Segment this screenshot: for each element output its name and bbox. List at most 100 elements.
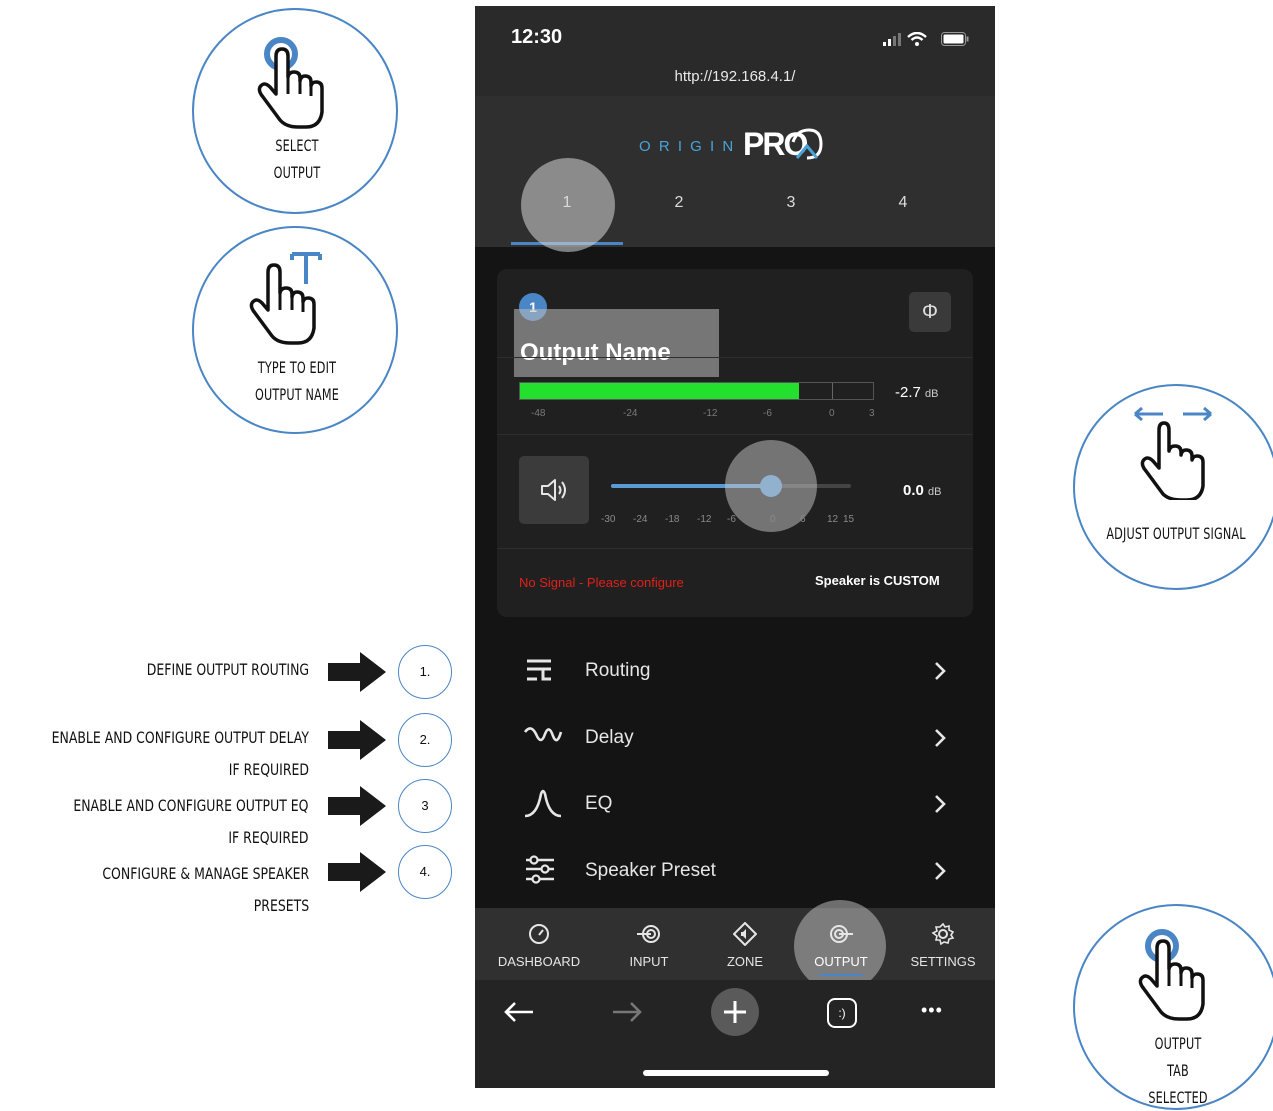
new-tab-button[interactable] [711,988,759,1036]
more-menu-button[interactable]: ••• [921,1000,943,1021]
annotation-speaker: CONFIGURE & MANAGE SPEAKER PRESETS [102,858,309,922]
callout-type-to-edit: TYPE TO EDIT OUTPUT NAME [192,226,398,434]
nav-label: ZONE [726,954,764,969]
menu-item-label: Delay [585,727,634,748]
volume-scale-label: -24 [633,514,648,525]
delay-icon [523,727,563,742]
annotation-eq-line1: ENABLE AND CONFIGURE OUTPUT EQ [73,796,309,815]
level-meter-fill [520,383,799,399]
nav-zone[interactable]: ZONE [695,908,795,980]
annotation-eq: ENABLE AND CONFIGURE OUTPUT EQ IF REQUIR… [74,790,309,854]
nav-label: SETTINGS [910,954,976,969]
tab-output-3[interactable]: 3 [735,194,847,212]
speaker-status: Speaker is CUSTOM [815,573,940,588]
type-hand-icon [249,252,322,345]
step-number-4: 4. [398,845,452,899]
nav-selected-indicator [819,974,863,976]
bottom-nav: DASHBOARD INPUT ZONE OUTPUT SETTINGS [475,900,995,992]
address-url[interactable]: http://192.168.4.1/ [475,68,995,85]
annotation-routing: DEFINE OUTPUT ROUTING [147,654,309,686]
forward-arrow-icon[interactable] [611,1000,643,1024]
nav-label: OUTPUT [814,954,868,969]
phase-icon: Φ [922,301,938,323]
browser-toolbar: :) ••• [475,980,995,1088]
signal-icon [883,33,901,46]
step-number-3: 3 [398,779,452,833]
nav-dashboard[interactable]: DASHBOARD [489,908,589,980]
annotation-delay-line2: IF REQUIRED [228,760,309,779]
status-bar: 12:30 http://192.168.4.1/ [475,6,995,96]
nav-settings[interactable]: SETTINGS [893,908,993,980]
eq-icon [524,789,562,818]
nav-label: INPUT [629,954,669,969]
tap-hand-icon [1138,929,1205,1021]
step-number-2: 2. [398,713,452,767]
volume-scale-label: -18 [665,514,680,525]
home-indicator [643,1070,829,1076]
menu-item-speaker-preset[interactable]: Speaker Preset [475,841,995,907]
card-divider [497,548,973,549]
tap-hand-icon [257,37,324,129]
meter-scale-label: 3 [869,408,875,419]
callout-adjust-signal-text: ADJUST OUTPUT SIGNAL [1106,524,1246,543]
swipe-hand-icon [1134,406,1212,500]
menu-item-label: Speaker Preset [585,860,716,881]
annotation-speaker-line2: PRESETS [253,896,309,915]
battery-icon [941,32,969,46]
chevron-right-icon [935,862,946,880]
level-value: -2.7 [895,384,921,401]
volume-scale-label: 15 [843,514,855,525]
chevron-right-icon [935,729,946,747]
nav-input[interactable]: INPUT [599,908,699,980]
chevron-right-icon [935,795,946,813]
tabs-button[interactable]: :) [827,998,857,1028]
wifi-icon [907,32,927,46]
annotation-eq-line2: IF REQUIRED [228,828,309,847]
menu-item-delay[interactable]: Delay [475,708,995,774]
zone-icon [733,922,757,946]
settings-icon [931,922,955,946]
volume-scale-label: -30 [601,514,616,525]
logo-mountain-icon [791,128,823,160]
meter-scale-label: -12 [703,408,718,419]
arrow-right-icon [328,652,386,692]
output-name-text: Output Name [520,339,671,366]
back-arrow-icon[interactable] [503,1000,535,1024]
plus-icon [724,1001,746,1023]
output-name-field[interactable]: Output Name [514,309,719,377]
volume-unit: dB [928,486,942,498]
tab-output-4[interactable]: 4 [847,194,959,212]
mute-button[interactable] [519,456,589,524]
volume-value: 0.0 [903,482,924,499]
meter-tick [832,383,833,399]
output-icon [830,925,853,943]
chevron-right-icon [935,662,946,680]
tap-highlight [794,900,886,992]
meter-scale-label: -48 [531,408,546,419]
annotation-delay-line1: ENABLE AND CONFIGURE OUTPUT DELAY [51,728,309,747]
level-meter [519,382,874,400]
meter-scale-label: -6 [763,408,772,419]
menu-item-eq[interactable]: EQ [475,774,995,840]
volume-scale-label: -12 [697,514,712,525]
input-icon [637,925,660,943]
menu-item-label: Routing [585,660,651,681]
tab-output-2[interactable]: 2 [623,194,735,212]
volume-readout: 0.0 dB [903,482,942,499]
card-divider [497,434,973,435]
nav-output[interactable]: OUTPUT [791,900,891,992]
no-signal-warning: No Signal - Please configure [519,575,684,590]
annotation-routing-line1: DEFINE OUTPUT ROUTING [146,660,309,679]
volume-scale-label: 12 [827,514,839,525]
phase-invert-button[interactable]: Φ [909,292,951,332]
menu-item-routing[interactable]: Routing [475,641,995,707]
step-number-1: 1. [398,645,452,699]
dashboard-icon [529,924,549,944]
level-readout: -2.7 dB [895,384,939,401]
routing-icon [527,659,551,681]
card-divider [497,357,973,358]
tap-highlight [521,158,615,252]
meter-scale-label: 0 [829,408,835,419]
arrow-right-icon [328,720,386,760]
speaker-preset-icon [526,855,554,884]
